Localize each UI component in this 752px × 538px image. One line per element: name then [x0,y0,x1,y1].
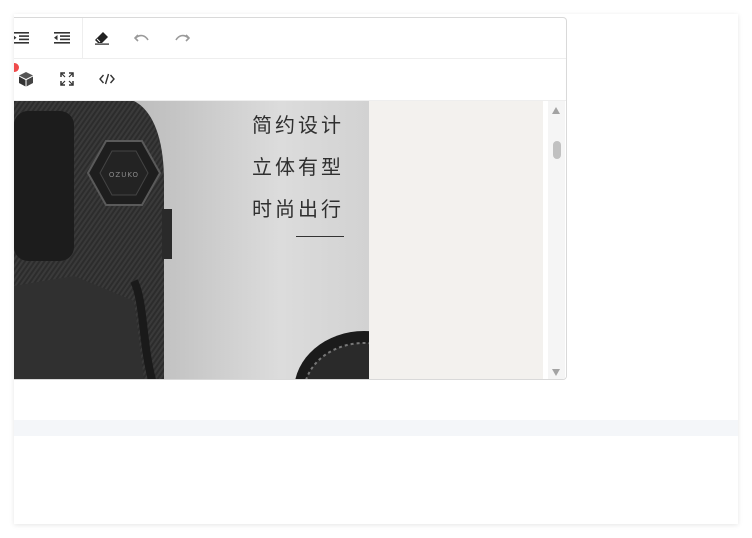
rich-text-editor: OZUKO 简约设计 立体有型 时尚出行 [14,17,567,380]
image-background-panel [369,101,543,379]
redo-icon[interactable] [170,26,194,50]
undo-icon[interactable] [130,26,154,50]
editor-content[interactable]: OZUKO 简约设计 立体有型 时尚出行 [14,100,566,379]
cube-icon[interactable] [14,67,38,91]
slogan-line-1: 简约设计 [252,113,344,137]
scroll-thumb[interactable] [553,141,561,159]
fullscreen-icon[interactable] [55,67,79,91]
indent-icon[interactable] [14,26,33,50]
slogan-underline [296,236,344,237]
editor-toolbar-row-1 [14,18,566,59]
editor-toolbar-row-2 [14,59,566,99]
scroll-down-arrow-icon[interactable] [552,369,560,376]
scroll-up-arrow-icon[interactable] [552,107,560,114]
outdent-icon[interactable] [50,26,74,50]
slogan-line-2: 立体有型 [252,155,344,179]
section-divider [14,420,738,436]
code-view-icon[interactable] [95,67,119,91]
eraser-icon[interactable] [90,26,114,50]
brand-badge-text: OZUKO [108,171,140,179]
product-image: OZUKO 简约设计 立体有型 时尚出行 [14,101,369,379]
toolbar-separator [82,18,83,58]
slogan-line-3: 时尚出行 [252,197,344,221]
content-scrollbar[interactable] [548,101,565,379]
